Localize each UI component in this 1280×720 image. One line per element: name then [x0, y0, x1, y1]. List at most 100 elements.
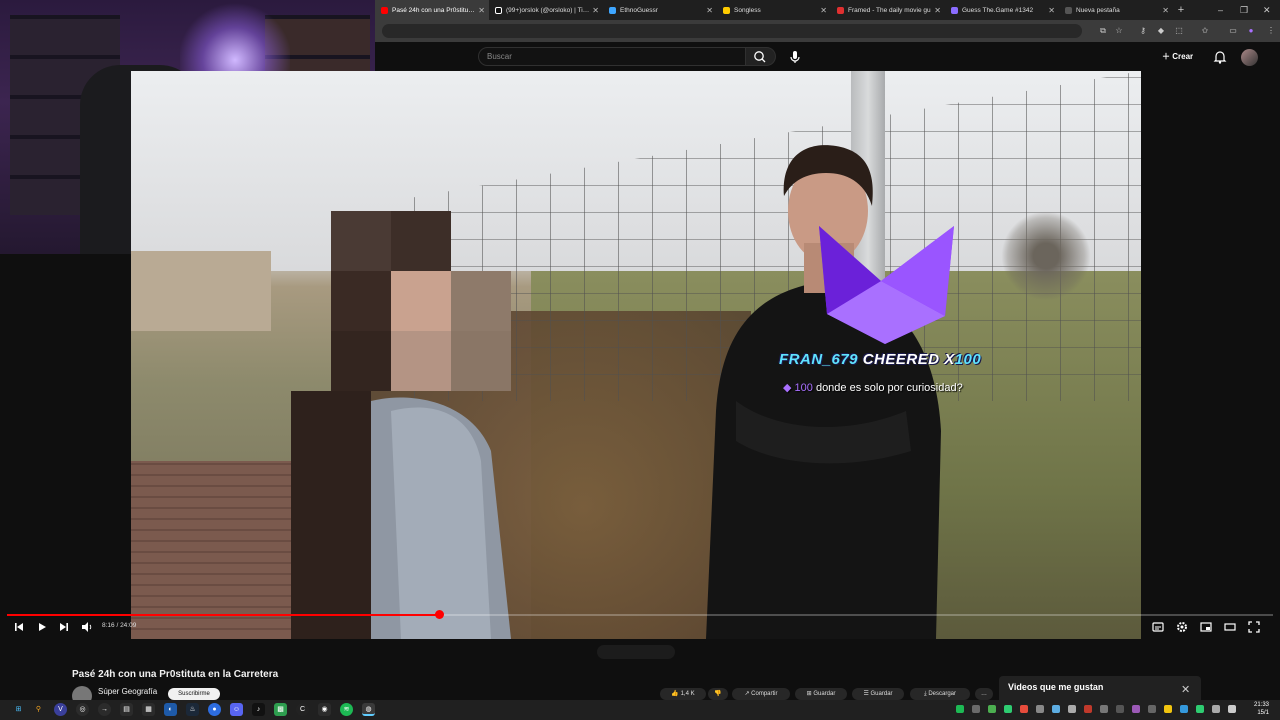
tray-icon[interactable]	[1164, 705, 1172, 713]
liked-videos-title: Videos que me gustan	[1008, 682, 1104, 692]
play-icon[interactable]	[35, 620, 49, 634]
tray-icon[interactable]	[1180, 705, 1188, 713]
search-button[interactable]	[746, 47, 776, 66]
tray-icon[interactable]	[1116, 705, 1124, 713]
browser-tab[interactable]: Pasé 24h con una Pr0stituta e ✕	[375, 0, 489, 20]
app-icon[interactable]: C	[296, 703, 309, 716]
close-window-button[interactable]: ✕	[1263, 0, 1271, 20]
close-tab-icon[interactable]: ✕	[1048, 6, 1055, 15]
bookmark-star-icon[interactable]: ☆	[1112, 24, 1126, 38]
browser-tab[interactable]: (99+)orslok (@orsloko) | TikTo ✕	[489, 0, 603, 20]
extension-icon[interactable]: ◆	[1154, 24, 1168, 38]
close-tab-icon[interactable]: ✕	[1162, 6, 1169, 15]
sidepanel-icon[interactable]: ▭	[1226, 24, 1240, 38]
app-icon[interactable]: ▤	[120, 703, 133, 716]
notifications-bell-icon[interactable]	[1212, 49, 1228, 65]
search-input[interactable]: Buscar	[478, 47, 746, 66]
app-icon[interactable]: ▦	[142, 703, 155, 716]
close-tab-icon[interactable]: ✕	[478, 6, 485, 15]
next-icon[interactable]	[57, 620, 71, 634]
browser-tab[interactable]: Framed - The daily movie gu ✕	[831, 0, 945, 20]
tray-icon[interactable]	[1068, 705, 1076, 713]
share-button[interactable]: ↗ Compartir	[732, 688, 790, 700]
plus-icon: ＋	[1162, 52, 1170, 61]
browser-tab[interactable]: Guess The.Game #1342 ✕	[945, 0, 1059, 20]
theater-mode-icon[interactable]	[1223, 620, 1237, 634]
install-icon[interactable]: ⧉	[1096, 24, 1110, 38]
browser-tab[interactable]: Nueva pestaña ✕	[1059, 0, 1173, 20]
cheer-amount: 100	[954, 351, 982, 368]
close-tab-icon[interactable]: ✕	[706, 6, 713, 15]
maximize-button[interactable]: ❐	[1240, 0, 1248, 20]
create-label: Crear	[1172, 52, 1194, 61]
app-icon[interactable]: ◐	[164, 703, 177, 716]
wifi-icon[interactable]	[1212, 705, 1220, 713]
tray-icon[interactable]	[1004, 705, 1012, 713]
cheer-username: FRAN_679	[779, 351, 859, 368]
discord-icon[interactable]: ☺	[230, 703, 243, 716]
save-button[interactable]: ⊞ Guardar	[795, 688, 847, 700]
miniplayer-icon[interactable]	[1199, 620, 1213, 634]
thumbs-up-icon: 👍	[671, 691, 679, 697]
search-icon[interactable]: ⚲	[32, 703, 45, 716]
volume-icon[interactable]	[80, 620, 94, 634]
user-avatar[interactable]	[1241, 49, 1258, 66]
close-icon[interactable]: ✕	[1181, 683, 1190, 696]
bookmarks-icon[interactable]: ✩	[1198, 24, 1212, 38]
app-icon[interactable]: ●	[208, 703, 221, 716]
tray-icon[interactable]	[1132, 705, 1140, 713]
app-icon[interactable]: V	[54, 703, 67, 716]
fullscreen-icon[interactable]	[1247, 620, 1261, 634]
volume-tray-icon[interactable]	[1228, 705, 1236, 713]
save-playlist-button[interactable]: ☰ Guardar	[852, 688, 904, 700]
minimize-button[interactable]: –	[1218, 0, 1223, 20]
download-icon: ⤓	[923, 691, 927, 697]
subscribe-button[interactable]: Suscribirme	[168, 688, 220, 700]
more-actions-button[interactable]: …	[975, 688, 993, 700]
profile-icon[interactable]: ●	[1244, 24, 1258, 38]
address-bar[interactable]	[382, 24, 1082, 38]
tray-icon[interactable]	[1148, 705, 1156, 713]
tray-icon[interactable]	[1196, 705, 1204, 713]
tray-icon[interactable]	[956, 705, 964, 713]
spotify-icon[interactable]: ≋	[340, 703, 353, 716]
browser-tab[interactable]: Songless ✕	[717, 0, 831, 20]
settings-gear-icon[interactable]	[1175, 620, 1189, 634]
app-icon[interactable]: ◉	[318, 703, 331, 716]
extension-key-icon[interactable]: ⚷	[1136, 24, 1150, 38]
app-icon[interactable]: ◎	[76, 703, 89, 716]
like-button[interactable]: 👍 1,4 K	[660, 688, 706, 700]
menu-dots-icon[interactable]: ⋮	[1264, 24, 1278, 38]
subtitles-icon[interactable]	[1151, 620, 1165, 634]
extension-puzzle-icon[interactable]: ⬚	[1172, 24, 1186, 38]
new-tab-button[interactable]: +	[1173, 4, 1189, 16]
close-tab-icon[interactable]: ✕	[820, 6, 827, 15]
windows-start-icon[interactable]: ⊞	[12, 703, 25, 716]
browser-tab[interactable]: EthnoGuessr ✕	[603, 0, 717, 20]
system-clock[interactable]: 21:33 15/1	[1254, 701, 1269, 717]
video-player[interactable]: FRAN_679 CHEERED X100 ◆ 100 donde es sol…	[131, 71, 1141, 639]
tray-icon[interactable]	[988, 705, 996, 713]
tray-icon[interactable]	[1100, 705, 1108, 713]
app-icon[interactable]: ▩	[274, 703, 287, 716]
tray-icon[interactable]	[1020, 705, 1028, 713]
tray-icon[interactable]	[1052, 705, 1060, 713]
steam-icon[interactable]: ♨	[186, 703, 199, 716]
close-tab-icon[interactable]: ✕	[592, 6, 599, 15]
tray-icon[interactable]	[972, 705, 980, 713]
save-playlist-label: Guardar	[870, 691, 893, 697]
create-button[interactable]: ＋ Crear	[1162, 48, 1193, 66]
tray-icon[interactable]	[1084, 705, 1092, 713]
progress-played	[7, 614, 440, 616]
app-icon[interactable]: →	[98, 703, 111, 716]
tab-title: Nueva pestaña	[1076, 6, 1120, 14]
tiktok-icon[interactable]: ♪	[252, 703, 265, 716]
microphone-icon[interactable]	[786, 48, 804, 66]
chrome-icon[interactable]: ◍	[362, 703, 375, 716]
close-tab-icon[interactable]: ✕	[934, 6, 941, 15]
previous-icon[interactable]	[12, 620, 26, 634]
download-button[interactable]: ⤓ Descargar	[910, 688, 970, 700]
tray-icon[interactable]	[1036, 705, 1044, 713]
dislike-button[interactable]: 👎	[708, 688, 728, 700]
channel-name[interactable]: Súper Geografía	[98, 687, 157, 696]
